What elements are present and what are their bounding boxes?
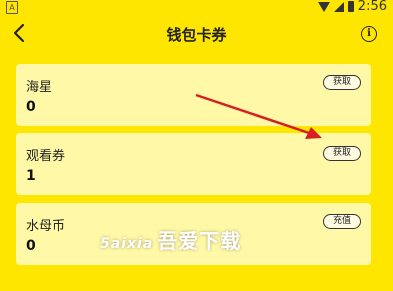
- get-button[interactable]: 获取: [323, 75, 361, 90]
- card-name: 观看券: [26, 149, 66, 164]
- status-bar: A 2:56: [0, 0, 393, 14]
- signal-icon: [333, 1, 344, 12]
- recharge-button[interactable]: 充值: [323, 214, 361, 229]
- card-value: 1: [26, 168, 36, 184]
- status-time: 2:56: [357, 0, 387, 14]
- card-value: 0: [26, 99, 36, 115]
- card-guankanquan: 观看券 1 获取: [16, 133, 371, 195]
- battery-icon: [347, 1, 354, 12]
- card-haixing: 海星 0 获取: [16, 64, 371, 126]
- status-icons: 2:56: [317, 0, 387, 14]
- card-value: 0: [26, 238, 36, 254]
- card-name: 海星: [26, 80, 53, 95]
- card-name: 水母币: [26, 219, 66, 234]
- header: 钱包卡券 i: [0, 14, 393, 56]
- get-button[interactable]: 获取: [323, 146, 361, 161]
- wifi-icon: [317, 1, 330, 12]
- notification-icon: A: [6, 1, 18, 14]
- info-icon[interactable]: i: [361, 26, 377, 42]
- watermark-text: 吾爱下载: [157, 229, 242, 253]
- watermark-latin: 5aixia: [100, 236, 154, 252]
- page-title: 钱包卡券: [166, 26, 227, 44]
- watermark: 5aixia 吾爱下载: [100, 225, 241, 254]
